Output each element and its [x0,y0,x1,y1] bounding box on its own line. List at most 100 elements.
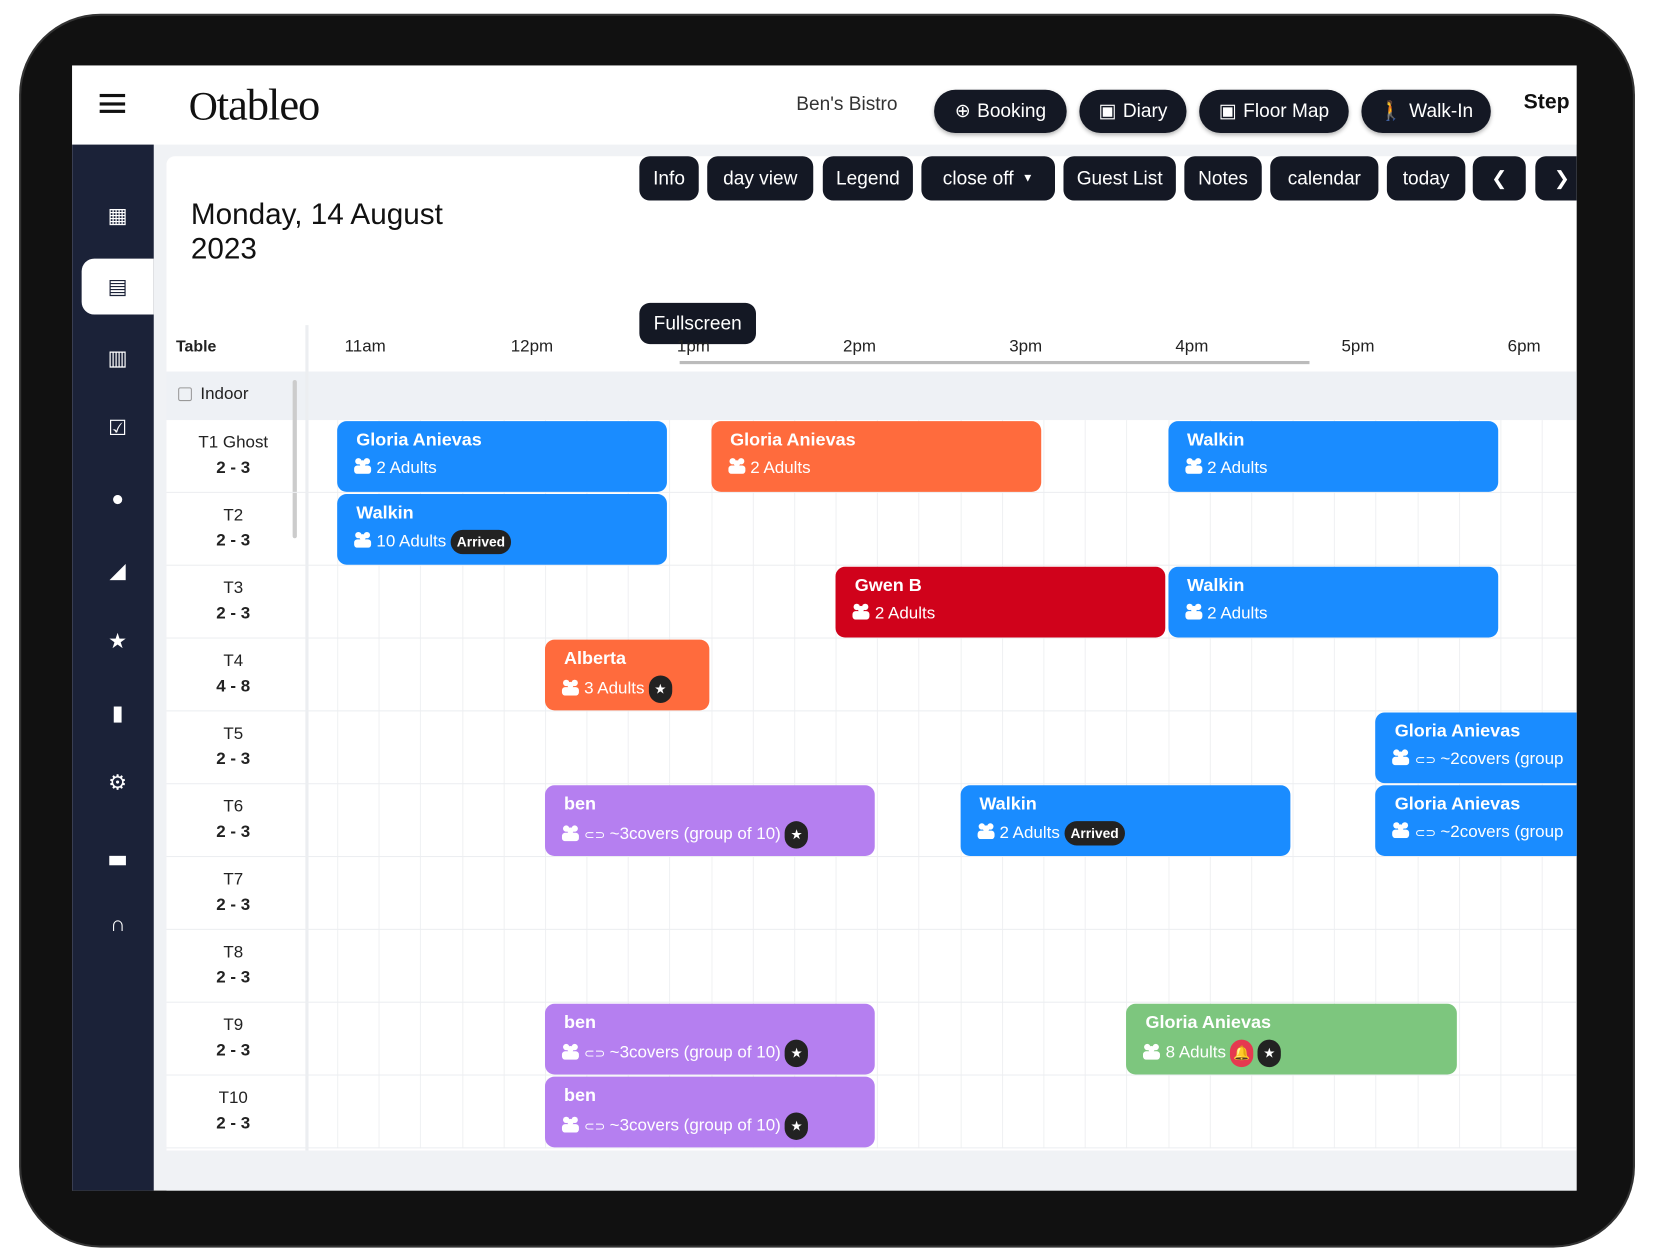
booking-block[interactable]: Alberta 3 Adults ★ [544,639,709,711]
booking-block[interactable]: Walkin 2 Adults [1167,566,1499,638]
day-view-button[interactable]: day view [707,156,814,201]
floor-map-button[interactable]: ▣ Floor Map [1199,89,1349,133]
chart-icon[interactable]: ◢ [95,549,140,591]
booking-block[interactable]: ben ⊂⊃ ~3covers (group of 10) ★ [544,785,876,857]
book-icon[interactable]: ▥ [95,337,140,379]
checklist-icon[interactable]: ☑ [95,406,140,448]
booking-covers: ~3covers (group of 10) [609,1116,781,1135]
table-capacity: 2 - 3 [216,823,251,842]
booking-covers: 3 Adults [584,679,645,698]
walk-in-button[interactable]: 🚶 Walk-In [1361,89,1491,133]
bell-icon: 🔔 [1230,1039,1254,1068]
booking-guest-name: Gloria Anievas [1145,1012,1272,1033]
booking-block[interactable]: Walkin 2 Adults Arrived [960,785,1291,857]
table-name: T10 2 - 3 [166,1076,300,1137]
booking-block[interactable]: Gloria Anievas 2 Adults [710,421,1042,492]
hamburger-menu-icon[interactable] [99,93,126,113]
booking-guest-name: Gloria Anievas [1394,720,1521,741]
page-title: Monday, 14 August 2023 [190,197,443,265]
star-icon: ★ [648,675,673,703]
table-capacity: 2 - 3 [216,604,251,623]
cake-icon[interactable]: ▃ [95,832,140,874]
table-name: T9 2 - 3 [166,1003,300,1064]
booking-button[interactable]: ⊕ Booking [934,89,1067,133]
prev-day-button[interactable]: ❮ [1472,156,1526,201]
close-off-dropdown[interactable]: close off ▼ [921,156,1055,201]
clipboard-icon[interactable]: ▮ [95,691,140,733]
booking-block[interactable]: Gloria Anievas ⊂⊃ ~2covers (group [1375,785,1577,857]
table-label: T9 [223,1016,244,1035]
hour-label: 11am [344,337,386,356]
info-button[interactable]: Info [639,156,699,201]
star-icon: ★ [1257,1039,1282,1068]
calendar-icon[interactable]: ▤ [81,258,154,315]
chevron-right-icon: ❯ [1553,167,1570,189]
app-screen: Otableo Ben's Bistro ⊕ Booking ▣ Diary ▣ Fl… [72,65,1577,1191]
link-icon: ⊂⊃ [1414,752,1437,767]
table-column-header: Table [176,337,217,356]
booking-covers: 10 Adults [376,532,447,551]
table-label: T8 [223,943,244,962]
people-icon [727,457,746,479]
legend-button[interactable]: Legend [822,156,913,201]
star-icon: ★ [785,1039,809,1068]
link-icon: ⊂⊃ [584,1118,606,1134]
link-icon: ⊂⊃ [584,1046,606,1061]
calendar-button[interactable]: calendar [1270,156,1379,201]
hour-label: 3pm [1009,337,1043,356]
table-name: T7 2 - 3 [166,857,300,918]
calendar-icon: ▣ [1218,100,1237,122]
people-icon [561,1042,580,1064]
table-capacity: 2 - 3 [216,750,251,769]
booking-block[interactable]: Gwen B 2 Adults [835,566,1166,638]
settings-icon[interactable]: ⚙ [95,761,140,803]
people-icon [561,678,580,700]
table-capacity: 2 - 3 [216,968,251,987]
table-name: T4 4 - 8 [166,639,300,700]
headset-icon[interactable]: ∩ [95,904,140,946]
plus-circle-icon: ⊕ [954,100,971,122]
star-icon[interactable]: ★ [95,620,140,662]
table-name: T8 2 - 3 [166,930,300,991]
collapse-icon[interactable] [178,387,192,402]
booking-block[interactable]: Walkin 2 Adults [1167,421,1499,492]
booking-block[interactable]: Gloria Anievas ⊂⊃ ~2covers (group [1375,712,1577,784]
today-button[interactable]: today [1386,156,1466,201]
table-name: T1 Ghost 2 - 3 [166,420,300,481]
caret-down-icon: ▼ [1022,172,1034,185]
booking-guest-name: Walkin [1187,429,1245,450]
time-scrollbar[interactable] [679,360,1310,365]
booking-covers: ~3covers (group of 10) [609,825,781,844]
booking-guest-name: ben [563,1012,597,1033]
booking-covers: 2 Adults [376,458,437,477]
user-name[interactable]: Step [1524,91,1570,115]
guest-list-button[interactable]: Guest List [1063,156,1176,201]
booking-block[interactable]: Gloria Anievas 8 Adults 🔔 ★ [1126,1003,1457,1075]
section-indoor[interactable]: Indoor [166,371,1577,421]
people-icon [561,824,580,846]
booking-covers: 2 Adults [1207,458,1268,477]
booking-block[interactable]: Gloria Anievas 2 Adults [337,421,668,492]
user-icon[interactable]: ● [95,478,140,520]
chevron-left-icon: ❮ [1491,167,1508,189]
next-day-button[interactable]: ❯ [1535,156,1577,201]
table-label: T2 [223,506,244,525]
booking-block[interactable]: ben ⊂⊃ ~3covers (group of 10) ★ [544,1003,876,1075]
people-icon [1392,748,1411,770]
booking-block[interactable]: ben ⊂⊃ ~3covers (group of 10) ★ [544,1076,876,1148]
diary-button[interactable]: ▣ Diary [1079,89,1187,133]
notes-button[interactable]: Notes [1184,156,1262,201]
booking-block[interactable]: Walkin 10 Adults Arrived [337,493,668,565]
booking-guest-name: ben [563,793,597,814]
close-off-label: close off [942,167,1014,189]
dashboard-icon[interactable]: ▦ [95,194,140,236]
diary-grid: Table Indoor 11am 12pm 1pm 2pm 3pm 4pm 5pm 6pm T… [166,325,1577,1151]
people-icon [976,822,995,844]
booking-covers: 2 Adults [874,604,936,623]
table-capacity: 2 - 3 [216,459,251,478]
logo: Otableo [188,81,321,130]
table-row: T5 2 - 3 [166,711,1577,785]
table-name: T2 2 - 3 [166,493,300,554]
people-icon [1184,603,1203,625]
table-label: T3 [223,579,244,598]
